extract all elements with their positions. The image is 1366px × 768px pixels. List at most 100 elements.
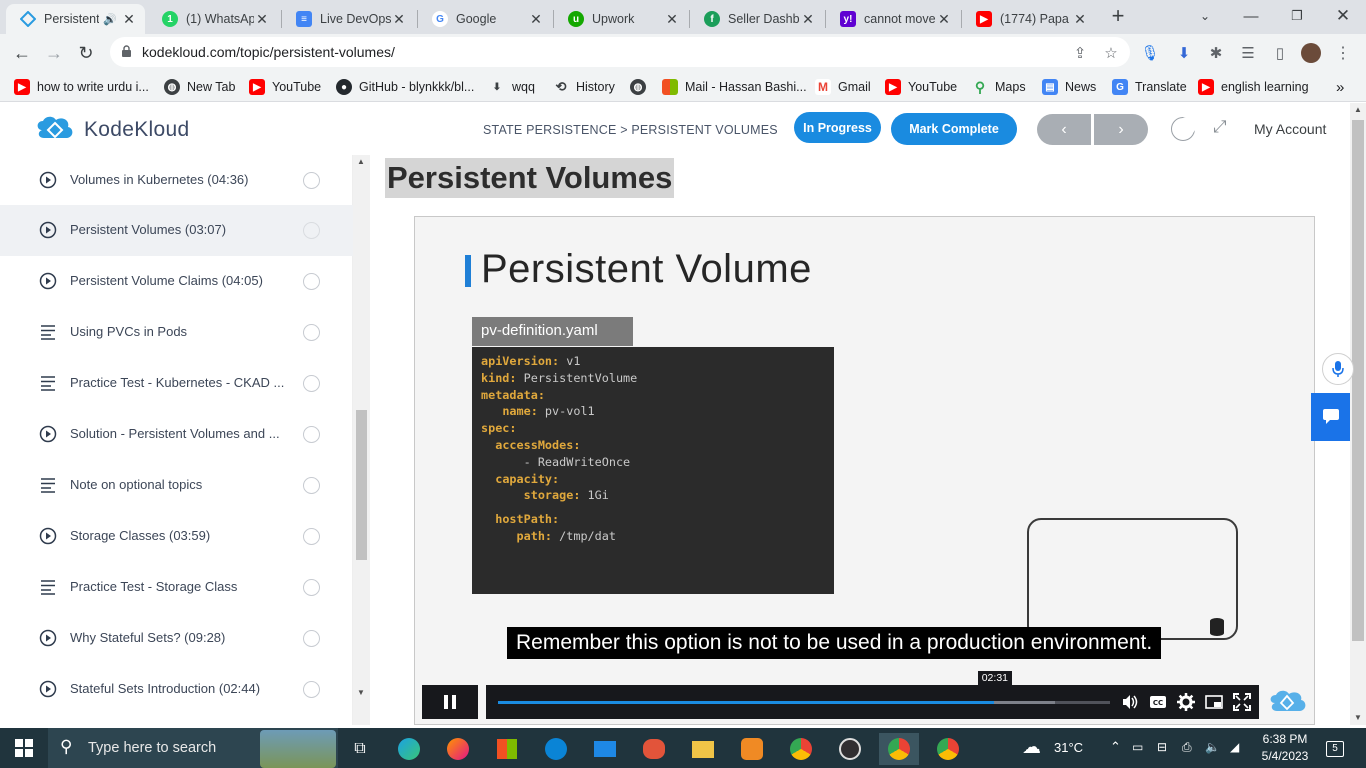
chrome-icon[interactable] [781, 733, 821, 765]
tab-persistent-volumes[interactable]: Persistent Volumes 🔊 ✕ [6, 4, 145, 34]
tab-whatsapp[interactable]: 1 (1) WhatsApp ✕ [148, 4, 278, 34]
previous-lesson-button[interactable]: ‹ [1037, 114, 1091, 145]
scroll-up-arrow-icon[interactable]: ▲ [1354, 105, 1362, 114]
close-tab-icon[interactable]: ✕ [1072, 11, 1088, 28]
close-tab-icon[interactable]: ✕ [391, 11, 407, 28]
notification-center-icon[interactable]: 5 [1326, 738, 1344, 757]
speaker-icon[interactable]: 🔊 [103, 13, 117, 26]
chrome-active-icon[interactable] [879, 733, 919, 765]
bookmark-news[interactable]: ▤ News [1042, 77, 1096, 97]
sidebar-item-solution-persistent-volumes[interactable]: Solution - Persistent Volumes and ... [0, 409, 353, 460]
share-icon[interactable]: ⇪ [1070, 43, 1090, 63]
voice-input-button[interactable] [1322, 353, 1354, 385]
bookmark-globe[interactable]: ◍ [630, 77, 653, 97]
more-bookmarks-icon[interactable]: » [1336, 77, 1344, 97]
extensions-icon[interactable]: ✱ [1206, 43, 1226, 63]
mail-icon[interactable] [585, 733, 625, 765]
close-tab-icon[interactable]: ✕ [936, 11, 952, 28]
picture-in-picture-icon[interactable] [1205, 693, 1223, 711]
menu-kebab-icon[interactable]: ⋮ [1333, 43, 1353, 63]
scroll-down-arrow-icon[interactable]: ▼ [1354, 713, 1362, 722]
app-orange-icon[interactable] [732, 733, 772, 765]
tab-youtube-papa[interactable]: ▶ (1774) Papa Jo ✕ [962, 4, 1096, 34]
forward-icon[interactable]: → [41, 40, 67, 66]
lock-icon[interactable] [121, 45, 132, 58]
weather-cloud-icon[interactable]: ☁ [1022, 736, 1041, 759]
firefox-icon[interactable] [438, 733, 478, 765]
reload-icon[interactable]: ↻ [73, 40, 99, 66]
skype-icon[interactable] [536, 733, 576, 765]
sidebar-item-practice-test-storage-class[interactable]: Practice Test - Storage Class [0, 562, 353, 613]
sidebar-item-practice-test-ckad[interactable]: Practice Test - Kubernetes - CKAD ... [0, 358, 353, 409]
dark-mode-toggle-icon[interactable] [1171, 117, 1196, 141]
battery-icon[interactable]: ▭ [1132, 740, 1143, 754]
kodekloud-logo[interactable]: KodeKloud [34, 115, 189, 145]
sidebar-scrollbar-thumb[interactable] [356, 410, 367, 560]
progress-bar[interactable] [498, 701, 994, 704]
tab-google[interactable]: G Google ✕ [418, 4, 552, 34]
bookmark-gmail[interactable]: M Gmail [815, 77, 871, 97]
edge-icon[interactable] [389, 733, 429, 765]
pause-button[interactable] [422, 685, 478, 719]
close-tab-icon[interactable]: ✕ [664, 11, 680, 28]
bookmark-youtube[interactable]: ▶ YouTube [249, 77, 321, 97]
tab-seller-dashboard[interactable]: f Seller Dashboard ✕ [690, 4, 824, 34]
bookmark-history[interactable]: ⟲ History [553, 77, 615, 97]
new-tab-button[interactable]: + [1100, 0, 1136, 32]
obs-icon[interactable] [830, 733, 870, 765]
scroll-up-arrow-icon[interactable]: ▲ [357, 157, 365, 166]
mark-complete-button[interactable]: Mark Complete [891, 113, 1017, 145]
chrome-profile-icon[interactable] [928, 733, 968, 765]
fullscreen-expand-icon[interactable] [1233, 693, 1251, 711]
tab-upwork[interactable]: u Upwork ✕ [554, 4, 688, 34]
settings-gear-icon[interactable] [1177, 693, 1195, 711]
sidebar-item-stateful-sets-intro[interactable]: Stateful Sets Introduction (02:44) [0, 664, 353, 715]
bookmark-mail[interactable]: Mail - Hassan Bashi... [662, 77, 807, 97]
sidebar-item-volumes-in-kubernetes[interactable]: Volumes in Kubernetes (04:36) [0, 155, 353, 206]
scroll-down-arrow-icon[interactable]: ▼ [357, 688, 365, 697]
clock[interactable]: 6:38 PM 5/4/2023 [1256, 732, 1314, 763]
sidebar-item-persistent-volume-claims[interactable]: Persistent Volume Claims (04:05) [0, 256, 353, 307]
bookmark-urdu[interactable]: ▶ how to write urdu i... [14, 77, 149, 97]
close-tab-icon[interactable]: ✕ [800, 11, 816, 28]
restore-button[interactable]: ❐ [1274, 0, 1320, 32]
bookmark-translate[interactable]: G Translate [1112, 77, 1187, 97]
sidebar-item-storage-classes[interactable]: Storage Classes (03:59) [0, 511, 353, 562]
app-red-icon[interactable] [634, 733, 674, 765]
my-account-link[interactable]: My Account [1254, 121, 1326, 137]
next-lesson-button[interactable]: › [1094, 114, 1148, 145]
bookmark-english[interactable]: ▶ english learning [1198, 77, 1309, 97]
bookmark-youtube-2[interactable]: ▶ YouTube [885, 77, 957, 97]
closed-captions-icon[interactable]: CC [1149, 693, 1167, 711]
task-view-icon[interactable]: ⧉ [340, 733, 380, 765]
window-close-button[interactable]: ✕ [1320, 0, 1366, 32]
in-progress-badge[interactable]: In Progress [794, 112, 881, 143]
weather-temperature[interactable]: 31°C [1054, 740, 1083, 755]
show-hidden-icons-icon[interactable]: ⌃ [1110, 739, 1121, 755]
sidebar-item-using-pvcs-in-pods[interactable]: Using PVCs in Pods [0, 307, 353, 358]
chat-widget-button[interactable] [1311, 393, 1350, 441]
breadcrumb[interactable]: STATE PERSISTENCE > PERSISTENT VOLUMES [483, 123, 778, 137]
network-icon[interactable]: ⊟ [1157, 740, 1167, 754]
bookmark-wqq[interactable]: ⬇ wqq [489, 77, 535, 97]
tab-search-chevron-icon[interactable]: ⌄ [1182, 0, 1228, 32]
bookmark-github[interactable]: ● GitHub - blynkkk/bl... [336, 77, 474, 97]
bookmark-maps[interactable]: ⚲ Maps [972, 77, 1026, 97]
profile-avatar[interactable] [1301, 43, 1321, 63]
wifi-icon[interactable]: ◢ [1230, 740, 1239, 754]
sidebar-item-note-optional-topics[interactable]: Note on optional topics [0, 460, 353, 511]
windows-start-icon[interactable] [4, 732, 44, 764]
microphone-icon[interactable]: 🎙 [1140, 43, 1160, 63]
tab-live-devops[interactable]: ≡ Live DevOps Project ✕ [282, 4, 415, 34]
speaker-tray-icon[interactable]: 🔈 [1205, 740, 1220, 754]
tab-cannot-move[interactable]: y! cannot move ✕ [826, 4, 960, 34]
page-scrollbar-thumb[interactable] [1352, 120, 1364, 641]
fullscreen-icon[interactable]: ⤢ [1213, 117, 1227, 137]
bookmark-star-icon[interactable]: ☆ [1101, 43, 1121, 63]
taskbar-search-box[interactable]: ⚲ Type here to search [48, 728, 338, 768]
video-player[interactable]: Persistent Volume pv-definition.yaml api… [414, 216, 1315, 725]
minimize-button[interactable]: — [1228, 0, 1274, 32]
download-extension-icon[interactable]: ⬇ [1174, 43, 1194, 63]
close-tab-icon[interactable]: ✕ [254, 11, 270, 28]
device-icon[interactable]: ⎙ [1182, 740, 1192, 755]
